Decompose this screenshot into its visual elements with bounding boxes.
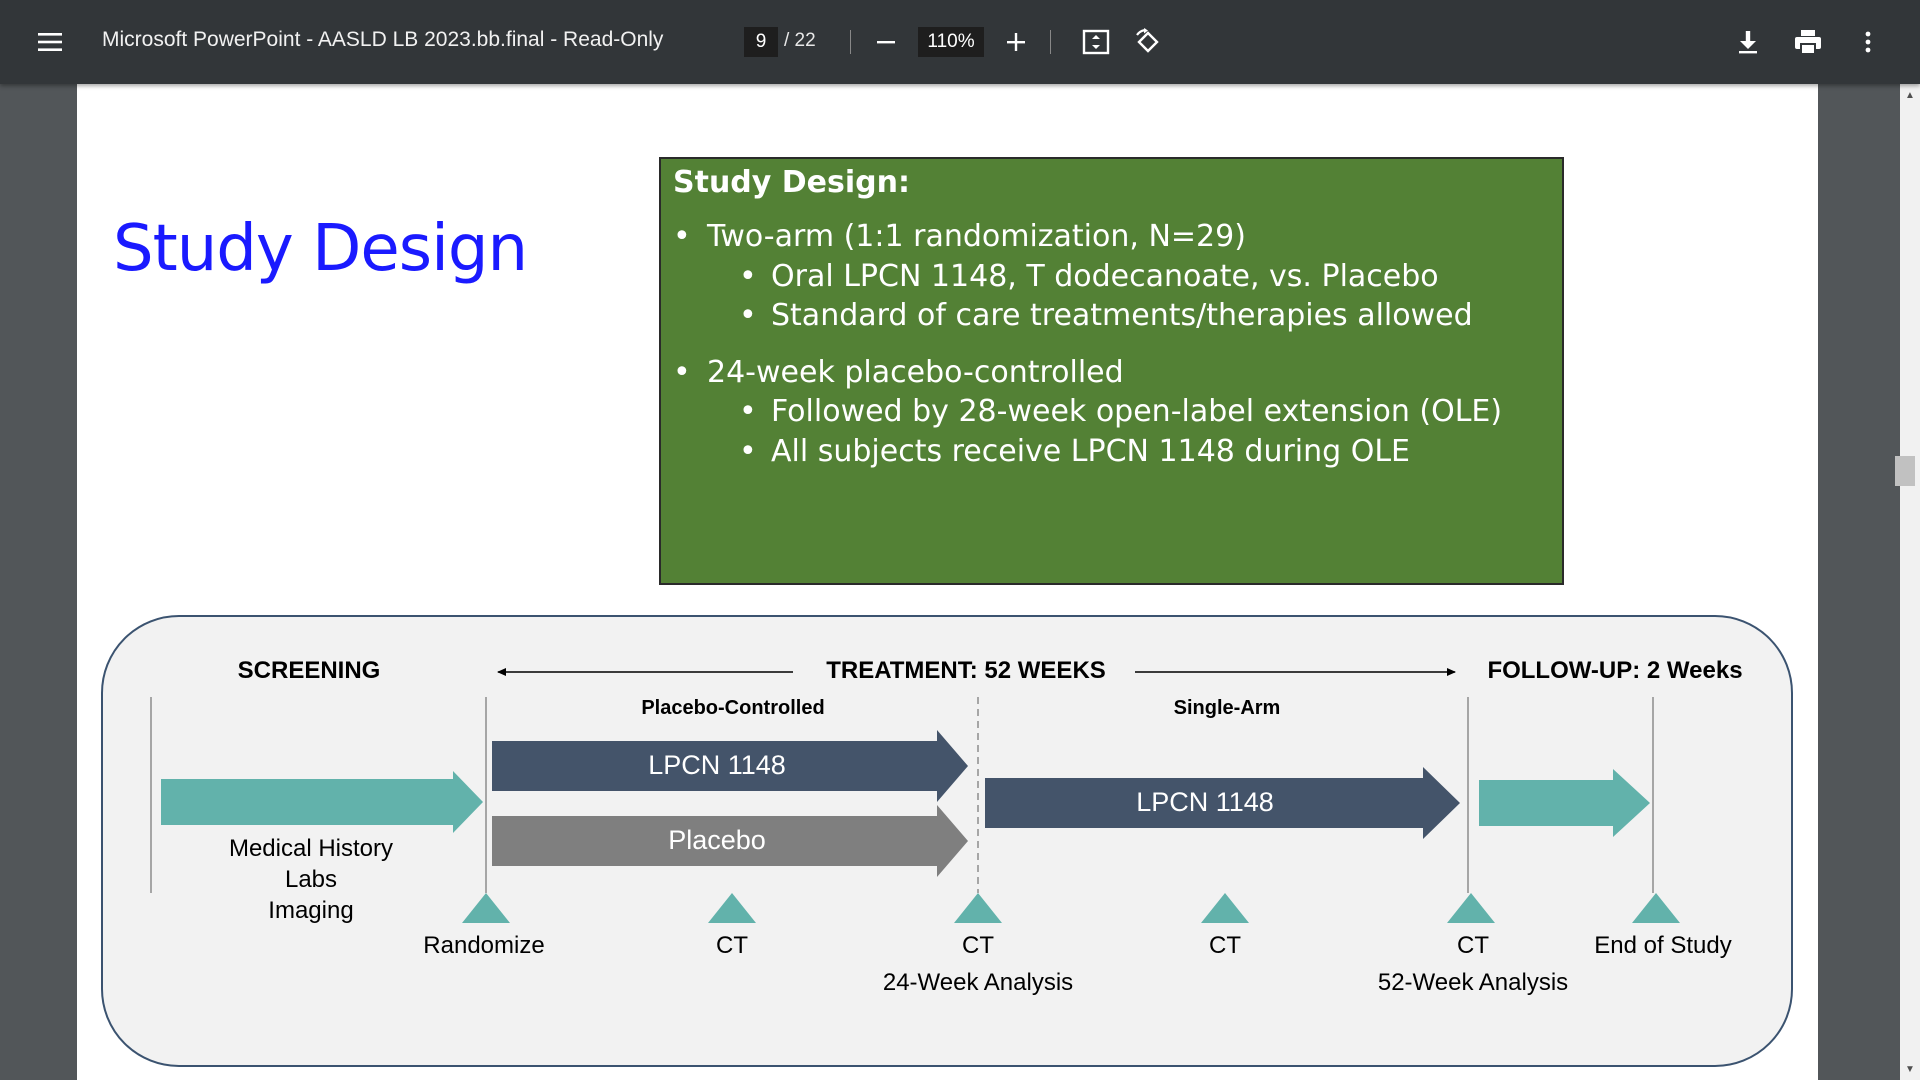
bullet-mark: • — [673, 219, 691, 254]
document-title: Microsoft PowerPoint - AASLD LB 2023.bb.… — [102, 28, 664, 51]
scroll-down-icon[interactable]: ▼ — [1902, 1062, 1918, 1076]
viewer-background — [1818, 84, 1900, 1080]
bullet-two-arm: • Two-arm (1:1 randomization, N=29) — [673, 219, 1246, 254]
bullet-mark: • — [739, 434, 757, 469]
sub-bullet-all-subjects: • All subjects receive LPCN 1148 during … — [739, 434, 1410, 469]
print-icon[interactable] — [1792, 26, 1824, 58]
page-number-input[interactable]: 9 — [744, 27, 778, 57]
milestone-marker — [1201, 893, 1249, 923]
bullet-text: All subjects receive LPCN 1148 during OL… — [771, 434, 1411, 469]
slide-page: Study Design Study Design: • Two-arm (1:… — [77, 84, 1818, 1080]
milestone-marker — [1447, 893, 1495, 923]
placebo-arrow-label: Placebo — [668, 825, 766, 855]
milestone-24-week-analysis: 24-Week Analysis — [882, 969, 1074, 996]
sub-bullet-ole: • Followed by 28-week open-label extensi… — [739, 394, 1502, 429]
zoom-in-icon[interactable] — [1000, 26, 1032, 58]
fit-page-icon[interactable] — [1080, 26, 1112, 58]
zoom-level-input[interactable]: 110% — [918, 27, 984, 57]
milestone-ct: CT — [716, 932, 748, 959]
single-arm-label: Single-Arm — [1173, 697, 1281, 719]
bullet-mark: • — [739, 259, 757, 294]
screening-arrow — [161, 771, 483, 833]
bullet-text: Followed by 28-week open-label extension… — [771, 394, 1503, 429]
download-icon[interactable] — [1732, 26, 1764, 58]
vertical-scrollbar[interactable] — [1900, 84, 1920, 1080]
milestone-52-week-analysis: 52-Week Analysis — [1377, 969, 1569, 996]
bullet-text: Standard of care treatments/therapies al… — [771, 298, 1473, 333]
bullet-mark: • — [739, 298, 757, 333]
milestone-end-of-study: End of Study — [1594, 932, 1732, 959]
scroll-up-icon[interactable]: ▲ — [1902, 88, 1918, 102]
sub-bullet-standard-care: • Standard of care treatments/therapies … — [739, 298, 1473, 333]
milestone-marker — [462, 893, 510, 923]
screening-detail-labs: Labs — [284, 866, 338, 893]
milestone-marker — [708, 893, 756, 923]
study-design-box: Study Design: • Two-arm (1:1 randomizati… — [659, 157, 1564, 585]
milestone-randomize: Randomize — [423, 932, 545, 959]
study-timeline: SCREENING TREATMENT: 52 WEEKS FOLLOW-UP:… — [101, 615, 1793, 1067]
milestone-marker — [954, 893, 1002, 923]
page-total: / 22 — [784, 30, 816, 51]
followup-arrow — [1479, 769, 1650, 837]
hamburger-menu-icon[interactable] — [34, 26, 66, 58]
screening-detail-history: Medical History — [228, 835, 394, 862]
box-heading: Study Design: — [673, 165, 910, 200]
bullet-24-week: • 24-week placebo-controlled — [673, 355, 1124, 390]
screening-detail-imaging: Imaging — [268, 897, 354, 924]
rotate-icon[interactable] — [1132, 26, 1164, 58]
toolbar-divider — [850, 30, 851, 54]
bullet-mark: • — [673, 355, 691, 390]
viewer-toolbar: Microsoft PowerPoint - AASLD LB 2023.bb.… — [0, 0, 1920, 84]
milestone-marker — [1632, 893, 1680, 923]
followup-label: FOLLOW-UP: 2 Weeks — [1487, 657, 1743, 684]
placebo-controlled-label: Placebo-Controlled — [641, 697, 825, 719]
slide-title: Study Design — [113, 212, 528, 286]
lpcn-single-arm-label: LPCN 1148 — [1136, 787, 1274, 817]
treatment-label: TREATMENT: 52 WEEKS — [826, 657, 1106, 684]
bullet-text: Two-arm (1:1 randomization, N=29) — [707, 219, 1246, 254]
bullet-text: Oral LPCN 1148, T dodecanoate, vs. Place… — [771, 259, 1439, 294]
sub-bullet-oral-lpcn: • Oral LPCN 1148, T dodecanoate, vs. Pla… — [739, 259, 1439, 294]
milestone-ct: CT — [962, 932, 994, 959]
zoom-out-icon[interactable] — [870, 26, 902, 58]
bullet-text: 24-week placebo-controlled — [707, 355, 1124, 390]
screening-label: SCREENING — [237, 657, 381, 684]
milestone-ct: CT — [1457, 932, 1489, 959]
lpcn-arrow-label: LPCN 1148 — [648, 750, 786, 780]
bullet-mark: • — [739, 394, 757, 429]
more-options-icon[interactable] — [1852, 26, 1884, 58]
toolbar-divider — [1050, 30, 1051, 54]
milestone-ct: CT — [1209, 932, 1241, 959]
scrollbar-thumb[interactable] — [1895, 456, 1915, 486]
